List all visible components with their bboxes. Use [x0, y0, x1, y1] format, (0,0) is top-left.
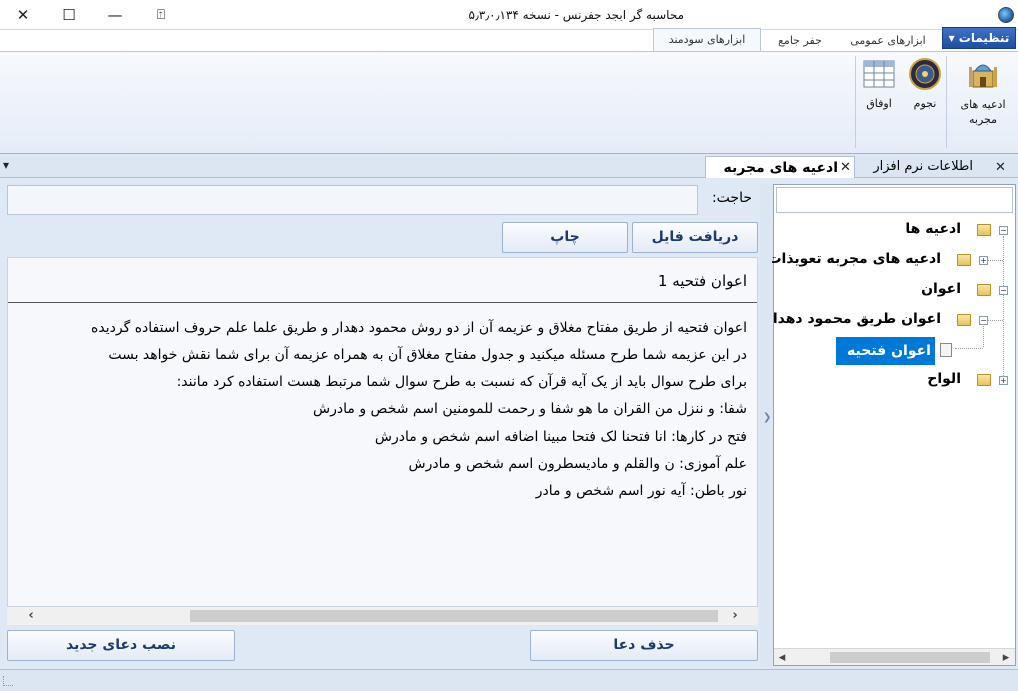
window-title: محاسبه گر ابجد جفرنس - نسخه ۵٫۳٫۰٫۱۳۴ — [468, 8, 684, 22]
print-button[interactable]: چاپ — [502, 222, 628, 253]
content-line: در این عزیمه شما طرح مسئله میکنید و جدول… — [108, 347, 747, 363]
tested-prayers-button[interactable]: ادعیه های مجربه — [948, 57, 1018, 127]
tree-guide-line — [983, 322, 984, 347]
content-line: علم آموزی: ن والقلم و مادیسطرون اسم شخص … — [408, 456, 747, 472]
folder-icon — [977, 374, 991, 386]
status-bar — [0, 669, 1018, 691]
tree-node-prayers[interactable]: ادعیه ها — [905, 221, 961, 237]
astronomy-label: نجوم — [913, 97, 937, 110]
collapse-expander-icon[interactable]: − — [979, 316, 988, 325]
prayer-content-area: اعوان فتحیه 1 اعوان فتحیه از طریق مفتاح … — [7, 257, 758, 607]
tree-node-aavan[interactable]: اعوان — [921, 281, 961, 297]
folder-icon — [977, 224, 991, 236]
close-icon[interactable]: ✕ — [0, 0, 46, 30]
magic-squares-label: اوفاق — [866, 97, 892, 110]
content-line: برای طرح سوال باید از یک آیه قرآن که نسب… — [176, 374, 747, 390]
splitter-grip-icon: ❯ — [763, 412, 772, 423]
scroll-left-icon[interactable]: ‹ — [23, 607, 39, 625]
collapse-expander-icon[interactable]: − — [999, 226, 1008, 235]
tree-guide-line — [987, 260, 1003, 261]
tested-prayers-label: ادعیه های مجربه — [960, 98, 1006, 126]
panel-menu-dropdown-icon[interactable]: ▾ — [3, 158, 9, 172]
restore-ribbon-icon[interactable]: ⍐ — [138, 0, 184, 30]
astronomy-button[interactable]: نجوم — [905, 57, 945, 110]
tree-guide-line — [1003, 236, 1004, 384]
tab-useful-tools[interactable]: ابزارهای سودمند — [653, 28, 761, 52]
tab-jafr-jame[interactable]: جفر جامع — [764, 30, 836, 51]
tree-guide-line — [955, 348, 983, 349]
scroll-thumb[interactable] — [830, 652, 990, 663]
settings-menu-button[interactable]: تنظیمات ▾ — [942, 27, 1016, 49]
ribbon-divider — [946, 56, 947, 148]
content-line: اعوان فتحیه از طریق مفتاح مغلاق و عزیمه … — [91, 320, 747, 336]
scroll-right-icon[interactable]: › — [727, 607, 743, 625]
collapse-expander-icon[interactable]: − — [999, 286, 1008, 295]
scroll-right-icon[interactable]: ▸ — [998, 649, 1014, 667]
app-globe-icon — [998, 7, 1014, 23]
folder-icon — [957, 254, 971, 266]
resize-grip-icon[interactable] — [3, 676, 13, 686]
install-new-prayer-button[interactable]: نصب دعای جدید — [7, 630, 235, 661]
tree-node-alwah[interactable]: الواح — [927, 371, 961, 387]
panel-splitter[interactable]: ❯ — [760, 184, 772, 666]
hajat-label: حاجت: — [711, 190, 752, 206]
scroll-left-icon[interactable]: ◂ — [774, 649, 790, 667]
magic-squares-button[interactable]: اوفاق — [858, 57, 900, 110]
ribbon-divider — [855, 56, 856, 148]
expand-expander-icon[interactable]: + — [979, 256, 988, 265]
content-line: فتح در کارها: انا فتحنا لک فتحا مبینا اض… — [374, 429, 747, 445]
document-icon — [940, 343, 952, 357]
tree-horizontal-scrollbar[interactable]: ◂ ▸ — [774, 648, 1015, 665]
mosque-icon — [966, 57, 1000, 91]
tab-tested-prayers[interactable]: ادعیه های مجربه — [705, 156, 855, 178]
tree-node-aavan-fathiyeh-1[interactable]: اعوان فتحیه 1 — [836, 337, 935, 387]
content-line: نور باطن: آیه نور اسم شخص و مادر — [535, 483, 747, 499]
tab-general-tools[interactable]: ابزارهای عمومی — [838, 30, 938, 51]
content-line: شفا: و ننزل من القران ما هو شفا و رحمت ل… — [313, 401, 747, 417]
minimize-icon[interactable]: — — [92, 0, 138, 30]
tree-node-tested-amulets[interactable]: ادعیه های مجربه تعویذات — [767, 251, 941, 267]
scroll-thumb[interactable] — [190, 610, 718, 622]
tree-filter-input[interactable] — [776, 187, 1013, 213]
content-horizontal-scrollbar[interactable]: ‹ › — [7, 607, 758, 625]
folder-icon — [977, 284, 991, 296]
expand-expander-icon[interactable]: + — [999, 376, 1008, 385]
maximize-icon[interactable]: ☐ — [46, 0, 92, 30]
grid-table-icon — [862, 57, 896, 91]
hajat-input[interactable] — [7, 185, 698, 215]
delete-prayer-button[interactable]: حذف دعا — [530, 630, 758, 661]
tree-guide-line — [987, 320, 1003, 321]
folder-icon — [957, 314, 971, 326]
content-title: اعوان فتحیه 1 — [657, 272, 747, 290]
receive-file-button[interactable]: دریافت فایل — [632, 222, 758, 253]
ribbon-panel: ادعیه های مجربه نجوم اوفاق — [0, 51, 1018, 154]
title-bar: ✕ ☐ — ⍐ محاسبه گر ابجد جفرنس - نسخه ۵٫۳٫… — [0, 0, 1018, 30]
close-tab-software-info-icon[interactable]: ✕ — [995, 160, 1006, 175]
tree-node-aavan-dehdar[interactable]: اعوان طریق محمود دهدار — [765, 311, 941, 327]
close-tab-tested-prayers-icon[interactable]: ✕ — [840, 160, 851, 175]
content-divider — [8, 302, 757, 303]
tab-software-info[interactable]: اطلاعات نرم افزار — [858, 156, 973, 178]
zodiac-icon — [908, 57, 942, 91]
